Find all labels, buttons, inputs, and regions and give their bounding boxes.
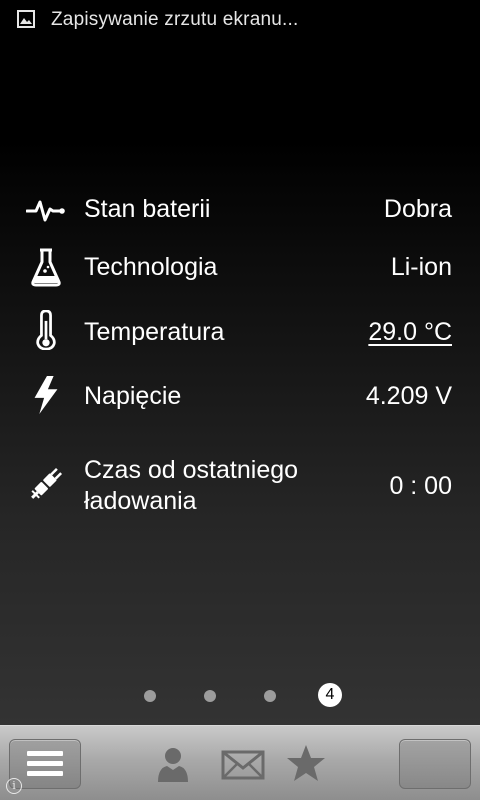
flask-icon — [31, 248, 61, 287]
heartbeat-icon — [26, 200, 65, 222]
page-dot-3[interactable] — [264, 690, 276, 702]
mail-icon[interactable] — [221, 750, 265, 780]
blank-action-button[interactable] — [399, 739, 471, 789]
plug-icon — [31, 467, 63, 499]
thermometer-icon — [36, 310, 56, 350]
time-since-charge-value: 0 : 00 — [389, 472, 452, 500]
bottom-toolbar: i — [0, 725, 480, 800]
temperature-value[interactable]: 29.0 °C — [368, 317, 452, 348]
status-notification-text: Zapisywanie zrzutu ekranu... — [51, 9, 299, 30]
time-since-charge-label-line1: Czas od ostatniego — [84, 456, 299, 484]
technology-label: Technologia — [84, 253, 218, 281]
star-icon[interactable] — [286, 744, 326, 782]
battery-health-label: Stan baterii — [84, 195, 211, 223]
voltage-value: 4.209 V — [365, 382, 452, 410]
technology-value: Li-ion — [390, 253, 452, 281]
temperature-label: Temperatura — [84, 318, 225, 346]
page-current-number[interactable]: 4 — [318, 683, 342, 707]
info-icon[interactable]: i — [6, 778, 22, 794]
status-bar: Zapisywanie zrzutu ekranu... — [0, 0, 480, 38]
voltage-label: Napięcie — [84, 382, 182, 410]
page-dot-1[interactable] — [144, 690, 156, 702]
page-dot-2[interactable] — [204, 690, 216, 702]
time-since-charge-label-line2: ładowania — [84, 487, 197, 515]
contacts-icon[interactable] — [154, 744, 192, 784]
battery-health-value: Dobra — [383, 195, 452, 223]
image-icon — [17, 10, 35, 28]
page-indicator: 4 — [0, 683, 480, 709]
lightning-icon — [34, 375, 58, 415]
